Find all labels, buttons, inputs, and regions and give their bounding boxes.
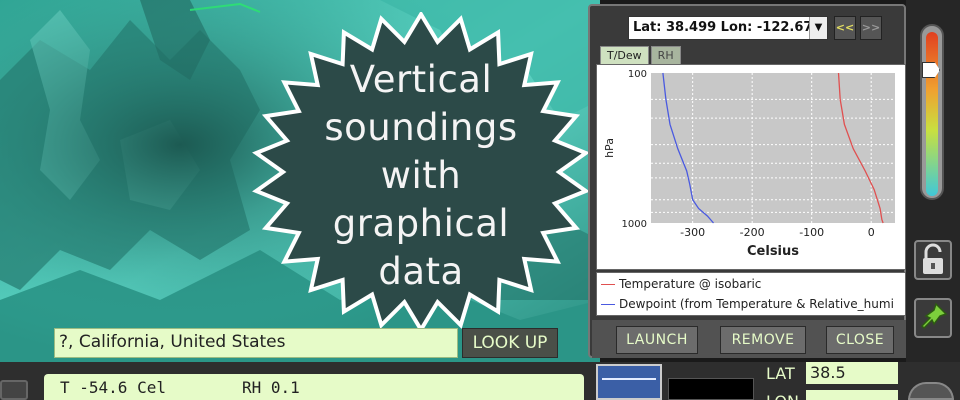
temperature-readout: T -54.6 Cel — [60, 378, 166, 397]
tab-rh[interactable]: RH — [650, 46, 681, 64]
sounding-panel: Lat: 38.499 Lon: -122.676 ▼ << >> T/Dew … — [588, 4, 906, 358]
previous-button[interactable]: << — [834, 16, 856, 40]
layer-swatch-button[interactable] — [596, 364, 662, 400]
panel-header: Lat: 38.499 Lon: -122.676 ▼ << >> — [592, 8, 902, 46]
legend-item: Dewpoint (from Temperature & Relative_hu… — [601, 297, 894, 315]
lat-value-field[interactable]: 38.5 — [806, 362, 898, 384]
panel-actions: LAUNCH REMOVE CLOSE — [592, 320, 906, 358]
x-tick-label: -100 — [799, 226, 824, 239]
callout-line: Vertical — [349, 58, 493, 101]
x-tick-label: -200 — [740, 226, 765, 239]
lon-value-field[interactable] — [806, 390, 898, 400]
chart-legend: Temperature @ isobaric Dewpoint (from Te… — [596, 272, 906, 316]
callout-line: with — [380, 154, 462, 197]
lon-label: LON — [766, 392, 799, 400]
legend-item: Temperature @ isobaric — [601, 277, 761, 295]
x-axis-label: Celsius — [747, 244, 799, 259]
location-bar: ?, California, United States LOOK UP — [54, 328, 558, 358]
chevron-down-icon[interactable]: ▼ — [809, 17, 827, 39]
thermometer-scale — [926, 32, 938, 196]
y-axis-label: hPa — [603, 138, 616, 158]
sample-readout: T -54.6 Cel RH 0.1 — [44, 374, 584, 400]
unlock-icon — [923, 243, 943, 274]
x-tick-label: 0 — [868, 226, 875, 239]
humidity-readout: RH 0.1 — [242, 378, 300, 397]
legend-swatch — [601, 284, 615, 285]
x-tick-label: -300 — [680, 226, 705, 239]
checkbox-icon[interactable] — [0, 380, 28, 400]
legend-label: Dewpoint (from Temperature & Relative_hu… — [619, 297, 894, 311]
sounding-chart: -300 -200 -100 0 100 1000 Celsius hPa — [596, 64, 906, 270]
legend-swatch — [601, 304, 615, 305]
layer-thumbnail[interactable] — [668, 378, 754, 400]
callout-line: soundings — [324, 106, 518, 149]
callout-starburst: Vertical soundings with graphical data — [252, 12, 590, 332]
lat-label: LAT — [766, 364, 795, 383]
chart-tabs: T/Dew RH — [600, 46, 683, 64]
legend-label: Temperature @ isobaric — [619, 277, 762, 291]
plot-background — [651, 73, 895, 223]
location-input[interactable]: ?, California, United States — [54, 328, 458, 358]
remove-button[interactable]: REMOVE — [720, 326, 806, 354]
close-button[interactable]: CLOSE — [826, 326, 894, 354]
thermometer-icon[interactable] — [920, 24, 944, 200]
tab-t-dew[interactable]: T/Dew — [600, 46, 649, 64]
coordinate-value: Lat: 38.499 Lon: -122.676 — [633, 20, 822, 35]
pushpin-icon — [920, 302, 948, 330]
callout-line: graphical — [332, 202, 510, 245]
chart-canvas: -300 -200 -100 0 100 1000 Celsius hPa — [603, 69, 895, 259]
coordinate-select[interactable]: Lat: 38.499 Lon: -122.676 ▼ — [628, 16, 828, 40]
y-tick-label: 100 — [628, 69, 647, 80]
y-tick-label: 1000 — [622, 219, 647, 230]
callout-text: Vertical soundings with graphical data — [252, 56, 590, 296]
launch-button[interactable]: LAUNCH — [616, 326, 698, 354]
pushpin-button[interactable] — [914, 298, 952, 338]
next-button[interactable]: >> — [860, 16, 882, 40]
callout-line: data — [378, 250, 464, 293]
look-up-button[interactable]: LOOK UP — [462, 328, 558, 358]
unlock-button[interactable] — [914, 240, 952, 280]
